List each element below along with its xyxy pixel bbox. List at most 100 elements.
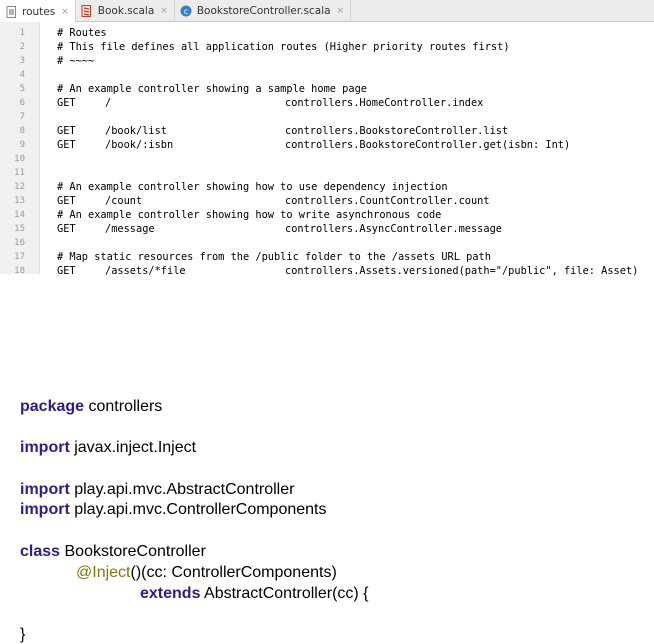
import-line: import play.api.mvc.ControllerComponents	[20, 500, 326, 520]
tab-routes[interactable]: routes ×	[0, 0, 76, 23]
code-line: # An example controller showing how to u…	[41, 180, 654, 194]
line-number: 9	[19, 140, 25, 150]
route-http-method: GET	[57, 97, 76, 109]
extends-target: AbstractController(cc) {	[200, 585, 369, 602]
import-line: import play.api.mvc.AbstractController	[20, 480, 294, 500]
routes-editor-panel: routes × Book.scala × c BookstoreControl…	[0, 0, 654, 277]
bookstore-controller-code: package controllers import javax.inject.…	[0, 395, 654, 644]
code-line: # An example controller showing how to w…	[41, 208, 654, 222]
closing-brace: }	[20, 626, 26, 643]
line-number: 1	[19, 28, 25, 38]
constructor-line: @Inject()(cc: ControllerComponents)	[76, 563, 337, 583]
route-path: /assets/*file	[105, 265, 186, 277]
package-line: package controllers	[20, 397, 162, 417]
import-keyword: import	[20, 481, 70, 498]
import-line: import javax.inject.Inject	[20, 438, 196, 458]
route-comment: # This file defines all application rout…	[57, 41, 510, 53]
tab-bookstorecontroller-scala[interactable]: c BookstoreController.scala ×	[175, 0, 352, 22]
tab-book-scala-label: Book.scala	[97, 5, 155, 17]
import-keyword: import	[20, 501, 70, 518]
route-path: /book/list	[105, 125, 167, 137]
route-comment: # ~~~~	[57, 55, 95, 67]
tab-bookstorecontroller-scala-label: BookstoreController.scala	[196, 5, 331, 17]
tab-book-scala[interactable]: Book.scala ×	[76, 0, 175, 22]
close-icon[interactable]: ×	[61, 7, 69, 17]
class-declaration-line: class BookstoreController	[20, 542, 206, 562]
package-name: controllers	[84, 398, 163, 415]
close-icon[interactable]: ×	[160, 6, 168, 16]
import-keyword: import	[20, 439, 70, 456]
inject-annotation: @Inject	[76, 564, 131, 581]
line-number: 2	[19, 42, 25, 52]
constructor-params: ()(cc: ControllerComponents)	[130, 564, 337, 581]
code-line: GET/book/:isbn controllers.BookstoreContr…	[41, 138, 654, 152]
route-path: /book/:isbn	[105, 139, 174, 151]
route-comment: # Routes	[57, 27, 107, 39]
route-comment: # An example controller showing how to u…	[57, 181, 448, 193]
line-number: 6	[19, 98, 25, 108]
route-action: controllers.BookstoreController.get(isbn…	[285, 139, 571, 151]
import-path: play.api.mvc.ControllerComponents	[69, 501, 327, 518]
route-action: controllers.AsyncController.message	[285, 223, 502, 235]
route-action: controllers.HomeController.index	[285, 97, 484, 109]
line-number: 14	[14, 210, 25, 220]
routes-file-icon	[5, 5, 17, 18]
routes-code-area[interactable]: # Routes # This file defines all applicat…	[41, 22, 654, 277]
line-number: 18	[14, 266, 25, 276]
scala-class-icon: c	[180, 5, 192, 17]
line-number: 5	[19, 84, 25, 94]
route-http-method: GET	[57, 139, 76, 151]
code-line: # Routes	[41, 26, 654, 40]
class-keyword: class	[20, 543, 61, 560]
route-http-method: GET	[57, 125, 76, 137]
route-action: controllers.BookstoreController.list	[285, 125, 509, 137]
code-line: # Map static resources from the /public …	[41, 250, 654, 264]
route-comment: # Map static resources from the /public …	[57, 251, 491, 263]
line-number: 8	[19, 126, 25, 136]
class-name: BookstoreController	[60, 543, 206, 560]
line-number: 12	[14, 182, 25, 192]
route-http-method: GET	[57, 265, 76, 277]
line-number: 15	[14, 224, 25, 234]
code-line: GET/message controllers.AsyncController.m…	[41, 222, 654, 236]
scala-file-icon	[81, 5, 93, 17]
route-http-method: GET	[57, 195, 76, 207]
line-number: 16	[14, 238, 25, 248]
code-line: # ~~~~	[41, 54, 654, 68]
route-path: /message	[105, 223, 155, 235]
code-line: GET/assets/*file controllers.Assets.versi…	[41, 264, 654, 278]
line-number: 10	[14, 154, 25, 164]
route-path: /	[105, 97, 112, 109]
line-number: 11	[14, 168, 25, 178]
code-line: GET / controllers.HomeController.index	[41, 96, 654, 110]
route-comment: # An example controller showing how to w…	[57, 209, 442, 221]
line-number: 17	[14, 252, 25, 262]
route-comment: # An example controller showing a sample…	[57, 83, 367, 95]
route-http-method: GET	[57, 223, 76, 235]
tab-routes-label: routes	[22, 5, 56, 18]
svg-text:c: c	[184, 7, 188, 16]
package-keyword: package	[20, 398, 85, 415]
close-icon[interactable]: ×	[337, 6, 345, 16]
line-number: 4	[19, 70, 25, 80]
line-number: 13	[14, 196, 25, 206]
import-path: javax.inject.Inject	[69, 439, 197, 456]
line-number: 7	[19, 112, 25, 122]
line-number-gutter: 1 2 3 4 5 6 7 8 9 10 11 12 13 14 15 16 17 18	[0, 22, 40, 276]
line-number: 3	[19, 56, 25, 66]
code-line: GET/book/list controllers.BookstoreContro…	[41, 124, 654, 138]
route-path: /count	[105, 195, 143, 207]
code-line: # This file defines all application rout…	[41, 40, 654, 54]
code-line: GET/count controllers.CountController.cou…	[41, 194, 654, 208]
route-action: controllers.CountController.count	[285, 195, 490, 207]
code-line: # An example controller showing a sample…	[41, 82, 654, 96]
extends-line: extends AbstractController(cc) {	[140, 584, 369, 604]
route-action: controllers.Assets.versioned(path="/publ…	[285, 265, 639, 277]
import-path: play.api.mvc.AbstractController	[69, 481, 295, 498]
editor-tab-bar: routes × Book.scala × c BookstoreControl…	[0, 0, 654, 23]
